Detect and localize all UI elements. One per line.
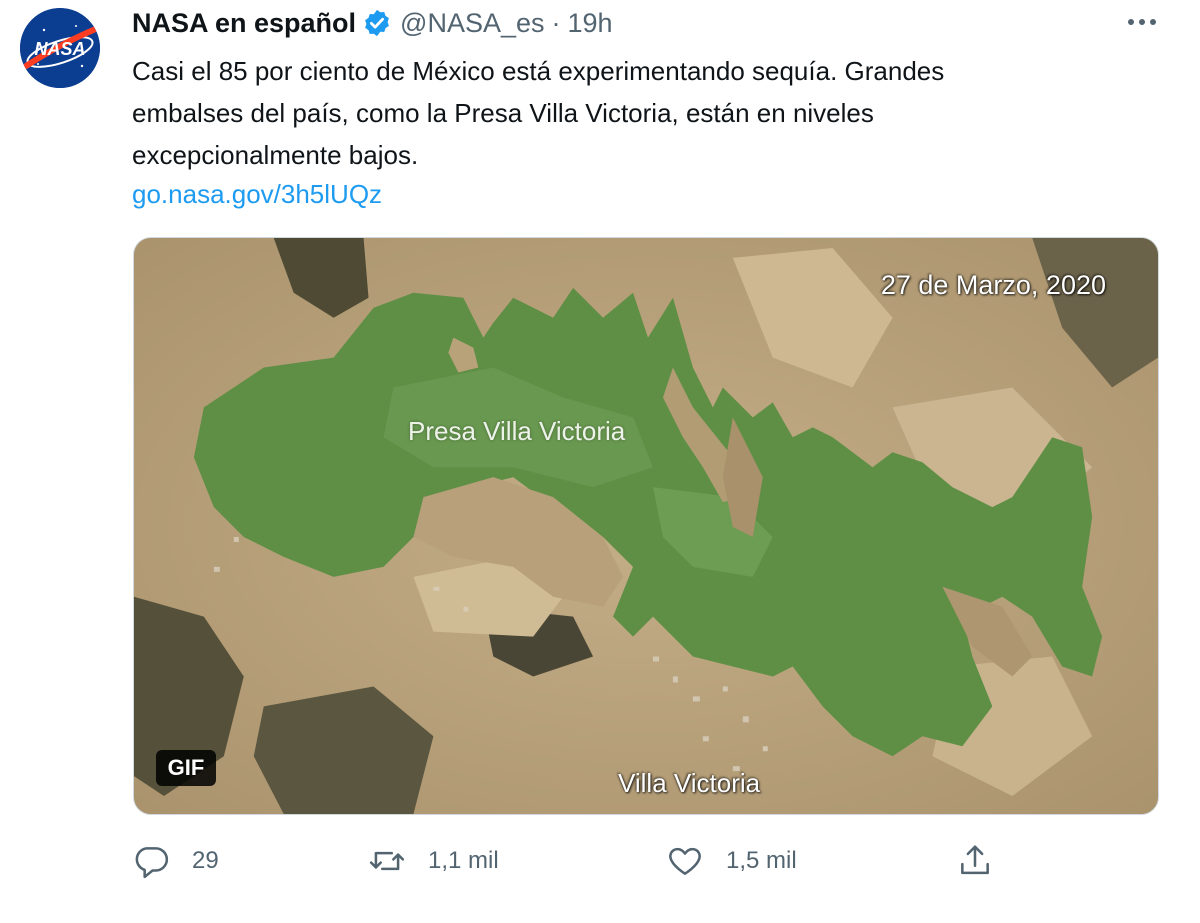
tweet-text: Casi el 85 por ciento de México está exp… (132, 50, 1132, 176)
media-date-label: 27 de Marzo, 2020 (880, 270, 1106, 300)
tweet-media-gif[interactable]: 27 de Marzo, 2020 Presa Villa Victoria V… (133, 237, 1159, 815)
media-lake-label: Presa Villa Victoria (408, 416, 626, 446)
author-name[interactable]: NASA en español (132, 8, 356, 39)
dot (1139, 19, 1145, 25)
gif-badge: GIF (156, 750, 216, 786)
share-button[interactable] (956, 838, 994, 884)
tweet-text-line: embalses del país, como la Presa Villa V… (132, 98, 874, 128)
dot (1150, 19, 1156, 25)
reply-icon (132, 842, 170, 880)
dot (1128, 19, 1134, 25)
tweet-timestamp[interactable]: 19h (568, 8, 613, 39)
media-town-label: Villa Victoria (618, 768, 761, 798)
like-count: 1,5 mil (726, 847, 797, 874)
like-button[interactable]: 1,5 mil (666, 838, 797, 884)
reply-button[interactable]: 29 (132, 838, 219, 884)
share-icon (956, 842, 994, 880)
tweet-card[interactable]: NASA NASA en español @NASA_es · 19h Casi… (0, 0, 1200, 923)
like-icon (666, 842, 704, 880)
author-handle[interactable]: @NASA_es (400, 8, 544, 39)
tweet-text-line: Casi el 85 por ciento de México está exp… (132, 56, 945, 86)
more-options-icon[interactable] (1120, 8, 1164, 36)
tweet-actions: 29 1,1 mil 1,5 mil (132, 838, 1032, 884)
header-separator: · (551, 7, 561, 38)
svg-text:NASA: NASA (34, 39, 85, 59)
reply-count: 29 (192, 847, 219, 874)
retweet-count: 1,1 mil (428, 847, 499, 874)
retweet-button[interactable]: 1,1 mil (368, 838, 499, 884)
tweet-text-line: excepcionalmente bajos. (132, 140, 419, 170)
tweet-link[interactable]: go.nasa.gov/3h5lUQz (132, 174, 382, 214)
tweet-header: NASA en español @NASA_es · 19h (132, 6, 613, 40)
satellite-image (134, 238, 1158, 814)
nasa-logo-avatar[interactable]: NASA (20, 8, 100, 88)
retweet-icon (368, 842, 406, 880)
verified-badge-icon (362, 8, 392, 38)
